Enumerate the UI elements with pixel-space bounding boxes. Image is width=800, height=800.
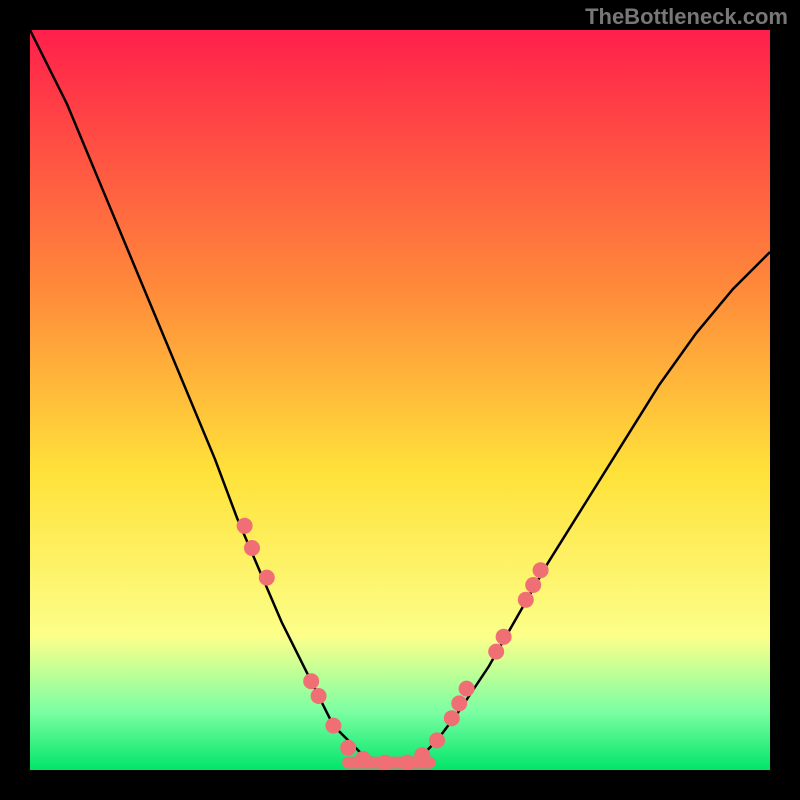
- marker-point: [488, 644, 504, 660]
- marker-point: [237, 518, 253, 534]
- marker-point: [533, 562, 549, 578]
- marker-point: [259, 570, 275, 586]
- marker-point: [303, 673, 319, 689]
- marker-point: [414, 747, 430, 763]
- marker-point: [459, 681, 475, 697]
- marker-point: [325, 718, 341, 734]
- watermark-text: TheBottleneck.com: [585, 4, 788, 30]
- marker-point: [377, 755, 393, 770]
- marker-point: [451, 695, 467, 711]
- marker-point: [429, 732, 445, 748]
- marker-point: [355, 751, 371, 767]
- marker-point: [496, 629, 512, 645]
- marker-point: [525, 577, 541, 593]
- marker-point: [444, 710, 460, 726]
- chart-background: [30, 30, 770, 770]
- marker-point: [244, 540, 260, 556]
- plot-area: [30, 30, 770, 770]
- marker-point: [399, 755, 415, 770]
- marker-point: [340, 740, 356, 756]
- chart-container: TheBottleneck.com: [0, 0, 800, 800]
- chart-svg: [30, 30, 770, 770]
- marker-point: [518, 592, 534, 608]
- marker-point: [311, 688, 327, 704]
